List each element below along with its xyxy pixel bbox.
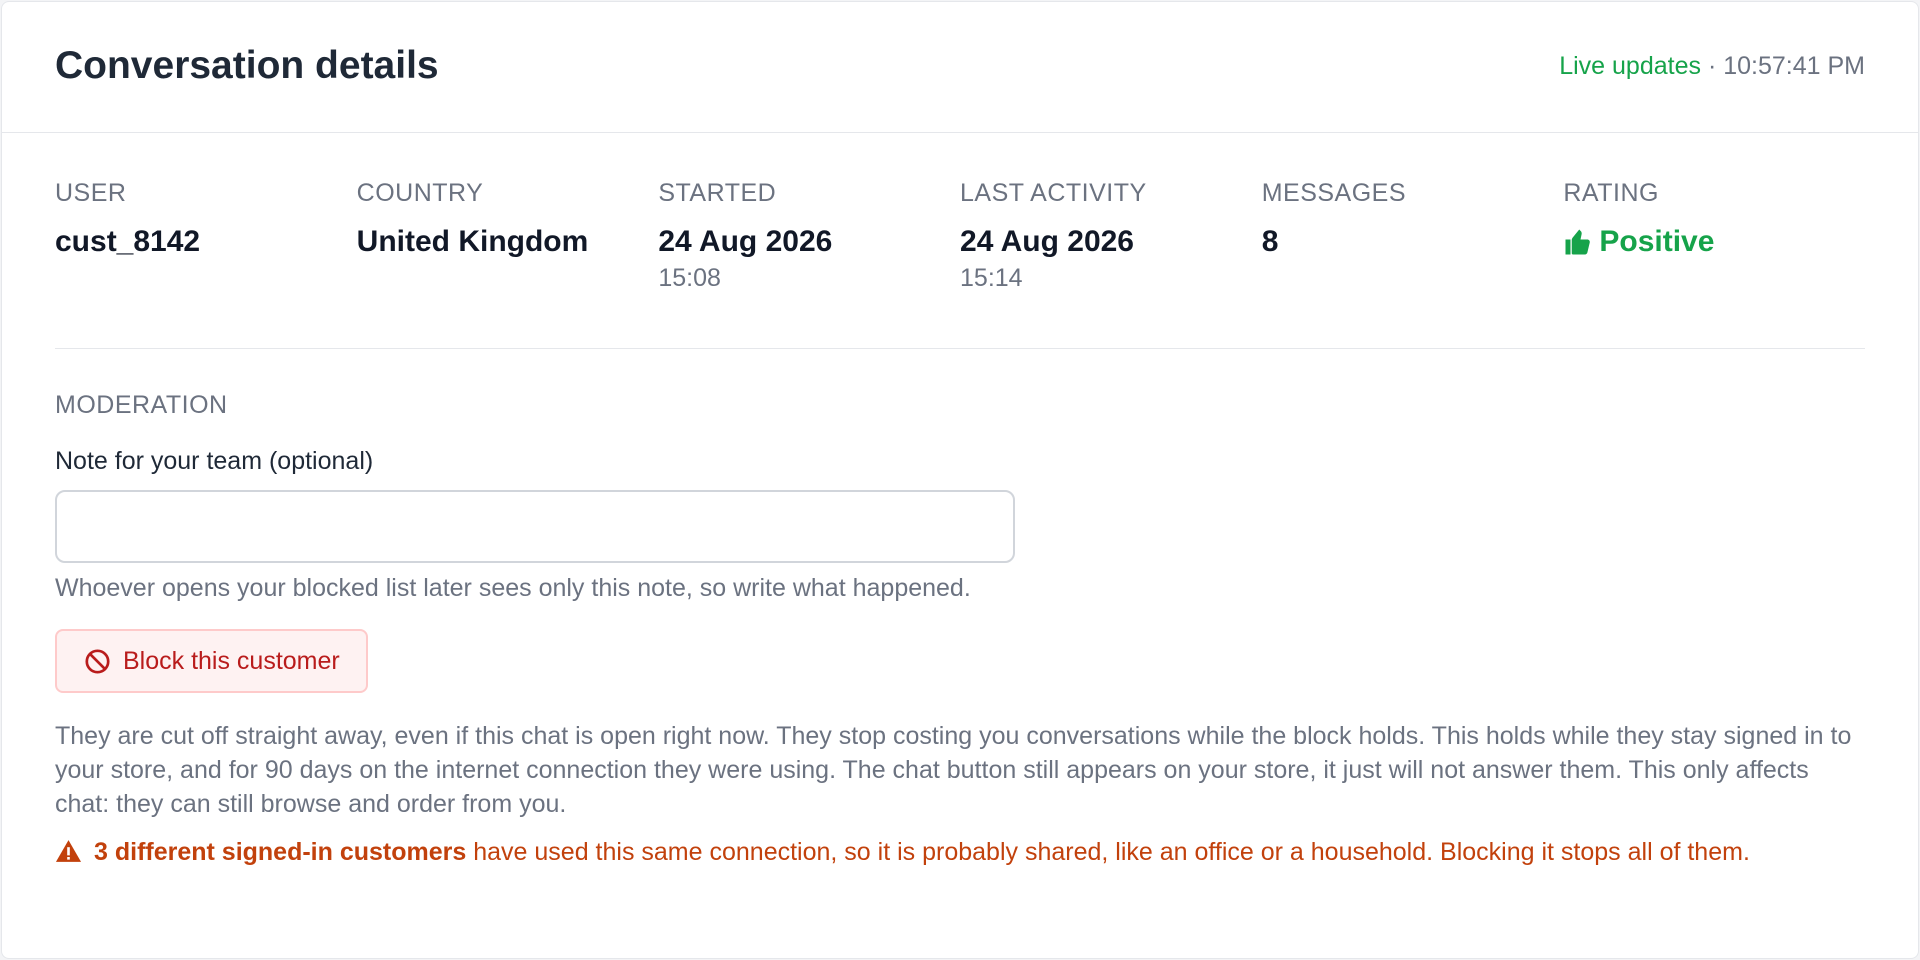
stat-label: MESSAGES [1261,179,1407,207]
stat-value: cust_8142 [55,225,201,258]
moderation-heading: MODERATION [55,391,228,419]
stat-value: 8 [1261,225,1279,258]
stat-label: USER [55,179,127,207]
stat-user: USER cust_8142 [55,178,357,348]
warning-text: have used this same connection, so it is… [466,838,1750,866]
live-updates-label: Live updates [1559,51,1701,80]
stat-label: COUNTRY [356,179,484,207]
card-body: USER cust_8142 COUNTRY United Kingdom ST… [2,133,1918,869]
warning-emphasis: 3 different signed-in customers [94,838,467,866]
rating-value: Positive [1563,225,1865,259]
thumbs-up-icon [1565,229,1591,255]
page-title: Conversation details [55,44,439,87]
rating-label: Positive [1599,225,1715,258]
stat-label: STARTED [658,179,777,207]
stat-label: LAST ACTIVITY [960,179,1147,207]
note-label: Note for your team (optional) [55,447,374,475]
stat-started: STARTED 24 Aug 2026 15:08 [658,178,960,348]
stat-value: 24 Aug 2026 [960,225,1134,258]
conversation-details-card: Conversation details Live updates · 10:5… [1,1,1919,959]
stat-last-activity: LAST ACTIVITY 24 Aug 2026 15:14 [960,178,1262,348]
card-header: Conversation details Live updates · 10:5… [2,2,1918,133]
stat-value: United Kingdom [356,225,589,258]
ban-icon [85,648,110,674]
separator: · [1707,51,1717,80]
warning-icon [55,840,82,862]
team-note-input[interactable] [55,490,1015,563]
block-customer-button[interactable]: Block this customer [55,629,368,693]
stat-sub: 15:14 [960,264,1023,292]
stats-row: USER cust_8142 COUNTRY United Kingdom ST… [55,133,1865,349]
stat-rating: RATING Positive [1563,178,1865,348]
stat-country: COUNTRY United Kingdom [357,178,659,348]
stat-value: 24 Aug 2026 [658,225,833,258]
live-status: Live updates · 10:57:41 PM [1559,52,1865,81]
stat-sub: 15:08 [658,264,721,292]
live-time: 10:57:41 PM [1723,51,1865,80]
stat-messages: MESSAGES 8 [1262,178,1564,348]
block-explanation: They are cut off straight away, even if … [55,722,1852,818]
shared-connection-warning: 3 different signed-in customers have use… [55,835,1865,869]
note-help-text: Whoever opens your blocked list later se… [55,574,971,602]
stat-label: RATING [1563,179,1659,207]
block-button-label: Block this customer [123,646,340,675]
